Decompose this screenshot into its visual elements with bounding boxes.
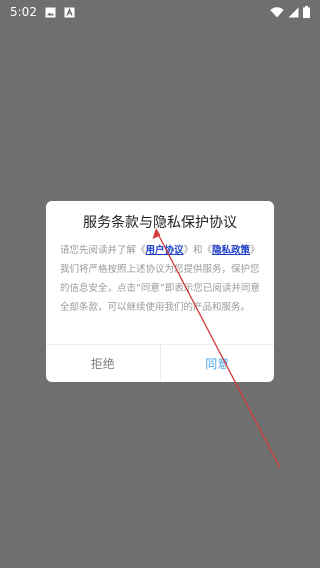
a-icon: [64, 7, 75, 18]
wifi-icon: [270, 6, 284, 18]
body-text-and: 》和《: [183, 245, 213, 256]
signal-icon: [288, 7, 299, 18]
agree-button[interactable]: 同意: [161, 345, 275, 382]
status-bar: 5:02: [0, 0, 320, 24]
privacy-policy-link[interactable]: 隐私政策: [212, 245, 250, 256]
privacy-agreement-dialog: 服务条款与隐私保护协议 请您先阅读并了解《用户协议》和《隐私政策》我们将严格按照…: [46, 201, 274, 382]
dialog-body-text: 请您先阅读并了解《用户协议》和《隐私政策》我们将严格按照上述协议为您提供服务，保…: [60, 241, 260, 361]
decline-button[interactable]: 拒绝: [46, 345, 161, 382]
user-agreement-link[interactable]: 用户协议: [146, 245, 184, 256]
image-icon: [45, 7, 56, 18]
body-text-intro: 请您先阅读并了解《: [60, 245, 146, 256]
dialog-title: 服务条款与隐私保护协议: [83, 215, 237, 231]
dialog-actions: 拒绝 同意: [46, 344, 274, 382]
status-time: 5:02: [10, 5, 37, 19]
battery-icon: [303, 6, 310, 18]
